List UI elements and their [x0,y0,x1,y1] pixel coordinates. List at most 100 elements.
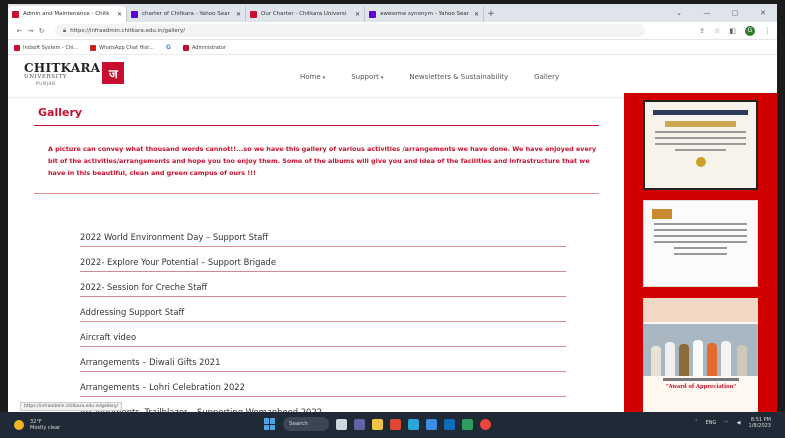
weather-widget[interactable]: 32°F Mostly clear [14,419,60,431]
bookmark-whatsapp[interactable]: WhatsApp Chat Hist... [90,44,154,51]
moon-weather-icon [14,420,24,430]
status-url-tooltip: https://infraadmin.chitkara.edu.in/galle… [20,402,123,411]
person-figure [651,346,661,376]
tab-title: Our Charter - Chitkara Universi [261,11,347,17]
browser-tools: ⇪ ☆ ◧ G ⋮ [699,25,771,36]
close-icon[interactable]: ✕ [474,11,479,18]
new-tab-button[interactable]: + [484,6,498,22]
back-arrow-icon[interactable]: ← [14,27,25,35]
site-header: CHITKARA UNIVERSITY PUNJAB ज Home ▾ Suppo… [8,56,777,98]
browser-tab-our-charter[interactable]: Our Charter - Chitkara Universi ✕ [246,6,365,22]
tab-favicon-icon [131,10,138,18]
window-controls: ⌄ — ▢ ✕ [665,4,777,22]
bookmark-google[interactable]: G [166,44,171,51]
store-icon[interactable] [426,418,437,430]
university-logo[interactable]: CHITKARA UNIVERSITY PUNJAB ज [24,62,125,87]
person-figure [737,345,747,376]
share-icon[interactable]: ⇪ [699,27,705,35]
bookmark-indsoft[interactable]: Indsoft System - Chi... [14,44,79,51]
bookmark-favicon-icon [182,44,189,51]
album-link[interactable]: Arrangements – Lohri Celebration 2022 [80,372,566,397]
clock[interactable]: 8:51 PM 1/8/2023 [749,417,771,429]
person-figure [707,343,717,376]
logo-text: CHITKARA UNIVERSITY PUNJAB [24,62,100,87]
chevron-up-icon[interactable]: ˄ [695,420,698,426]
letter-text-image [654,223,747,225]
nav-gallery[interactable]: Gallery [534,73,559,81]
letter-thumbnail[interactable] [643,200,758,287]
volume-icon[interactable]: ◀︎ [737,420,741,426]
tab-strip: Admin and Maintenance - Chitk ✕ charter … [8,4,777,22]
windows-start-icon[interactable] [264,418,276,430]
taskbar-search[interactable]: Search [283,417,329,431]
album-link[interactable]: 2022 World Environment Day – Support Sta… [80,222,566,247]
album-link[interactable]: Arrangements – Diwali Gifts 2021 [80,347,566,372]
taskbar-apps: Search [264,417,491,431]
wifi-icon[interactable]: ◠ [724,420,728,426]
nav-home[interactable]: Home ▾ [300,73,325,81]
lock-icon: 🔒︎ [63,26,67,34]
person-figure [665,342,675,376]
close-icon[interactable]: ✕ [355,11,360,18]
album-link[interactable]: 2022- Session for Creche Staff [80,272,566,297]
title-divider [34,125,599,126]
close-icon[interactable]: ✕ [117,11,122,18]
file-explorer-icon[interactable] [372,418,383,430]
app-icon[interactable] [462,418,473,430]
chat-icon[interactable] [354,418,365,430]
address-bar: ← → ↻ 🔒︎ https://infraadmin.chitkara.edu… [8,22,777,40]
browser-tab-admin[interactable]: Admin and Maintenance - Chitk ✕ [8,6,127,22]
letter-text-image [674,247,727,249]
award-title: "Award of Appreciation" [665,384,737,390]
language-indicator[interactable]: ENG [706,420,717,426]
chrome-icon[interactable] [480,418,491,430]
award-photo-thumbnail[interactable]: "Award of Appreciation" [643,298,758,412]
weather-text: 32°F Mostly clear [30,419,60,431]
minimize-icon[interactable]: — [693,9,721,17]
close-window-icon[interactable]: ✕ [749,9,777,17]
bookmark-favicon-icon [14,44,20,51]
certificate-text-image [655,143,746,145]
nav-home-label: Home [300,73,321,81]
certificate-thumbnail[interactable] [643,100,758,190]
certificate-text-image [655,137,746,139]
album-link[interactable]: 2022- Explore Your Potential – Support B… [80,247,566,272]
side-panel-icon[interactable]: ◧ [729,27,736,35]
google-icon: G [166,44,171,51]
tab-favicon-icon [369,10,376,18]
person-figure [693,340,703,376]
bookmark-label: Indsoft System - Chi... [23,44,79,51]
nav-support[interactable]: Support ▾ [351,73,383,81]
url-input[interactable]: 🔒︎ https://infraadmin.chitkara.edu.in/ga… [55,24,645,37]
more-menu-icon[interactable]: ⋮ [764,27,771,35]
chevron-down-icon[interactable]: ⌄ [665,9,693,17]
album-link[interactable]: Aircraft video [80,322,566,347]
weather-desc: Mostly clear [30,425,61,431]
forward-arrow-icon[interactable]: → [25,27,36,35]
album-link[interactable]: Arrangements -Trailblazer – Supporting W… [80,397,566,412]
person-figure [721,341,731,376]
browser-tab-synonym-search[interactable]: awesome synonym - Yahoo Sear ✕ [365,6,484,22]
office-icon[interactable] [390,418,401,430]
star-icon[interactable]: ☆ [714,27,720,35]
album-link[interactable]: Addressing Support Staff [80,297,566,322]
close-icon[interactable]: ✕ [236,11,241,18]
logo-sub-text: UNIVERSITY [24,74,67,80]
restore-icon[interactable]: ▢ [721,9,749,17]
edge-icon[interactable] [408,418,419,430]
award-banner-image [643,298,758,322]
tab-favicon-icon [250,10,257,18]
page-title: Gallery [38,106,83,119]
award-group-photo [643,324,758,376]
nav-newsletters[interactable]: Newsletters & Sustainability [409,73,508,81]
mail-icon[interactable] [444,418,455,430]
letter-header-image [652,209,672,219]
browser-tab-charter-search[interactable]: charter of Chitkara - Yahoo Sear ✕ [127,6,246,22]
profile-avatar[interactable]: G [745,25,755,36]
reload-icon[interactable]: ↻ [36,27,47,35]
logo-mark-icon: ज [102,62,125,84]
browser-window: Admin and Maintenance - Chitk ✕ charter … [8,4,777,412]
task-view-icon[interactable] [336,418,347,430]
sidebar-gallery-panel: "Award of Appreciation" [624,93,777,412]
bookmark-administrator[interactable]: Administrator [182,44,226,51]
